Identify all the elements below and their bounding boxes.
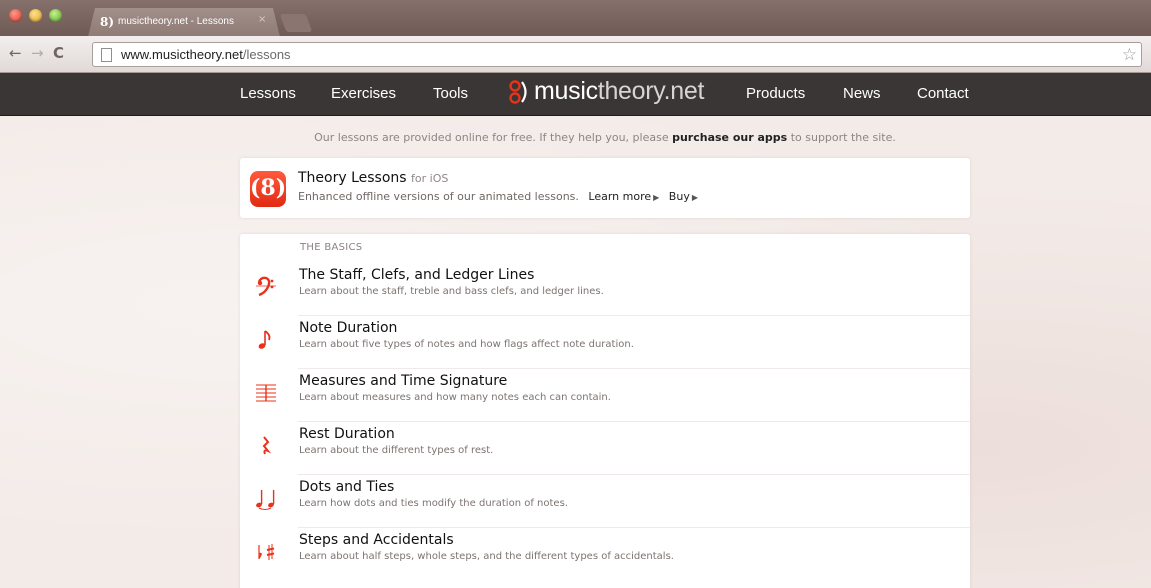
site-header: Lessons Exercises Tools musictheory.net … <box>0 73 1151 116</box>
logo-text-light: theory.net <box>597 77 705 105</box>
promo-title-main: Theory Lessons <box>298 170 407 186</box>
browser-tab-strip: 8) musictheory.net - Lessons × <box>0 0 1151 36</box>
divider <box>298 315 970 316</box>
ios-app-promo-card: (8) Theory Lessons for iOS Enhanced offl… <box>240 158 970 218</box>
purchase-apps-link[interactable]: purchase our apps <box>672 131 787 144</box>
nav-exercises[interactable]: Exercises <box>331 85 396 102</box>
lesson-item[interactable]: Measures and Time Signature Learn about … <box>240 370 970 422</box>
close-window-button[interactable] <box>9 9 22 22</box>
musictheory-favicon-icon: 8) <box>100 15 115 29</box>
minimize-window-button[interactable] <box>29 9 42 22</box>
lesson-title: Rest Duration <box>299 426 395 442</box>
nav-tools[interactable]: Tools <box>433 85 468 102</box>
browser-toolbar: ← → C www.musictheory.net/lessons ☆ <box>0 36 1151 73</box>
buy-label: Buy <box>668 190 690 203</box>
lesson-title: The Staff, Clefs, and Ledger Lines <box>299 267 535 283</box>
lesson-description: Learn about the staff, treble and bass c… <box>299 286 604 297</box>
intro-prefix: Our lessons are provided online for free… <box>314 131 673 144</box>
nav-products[interactable]: Products <box>746 85 805 102</box>
logo-mark-icon <box>509 80 527 104</box>
learn-more-label: Learn more <box>588 190 652 203</box>
promo-description-text: Enhanced offline versions of our animate… <box>298 190 579 203</box>
url-path: /lessons <box>242 47 291 62</box>
tab-title: musictheory.net - Lessons <box>118 16 234 27</box>
lesson-title: Note Duration <box>299 320 398 336</box>
lesson-title: Measures and Time Signature <box>299 373 508 389</box>
divider <box>298 368 970 369</box>
lesson-description: Learn about five types of notes and how … <box>299 339 634 350</box>
promo-title: Theory Lessons for iOS <box>298 170 448 186</box>
lesson-title: Steps and Accidentals <box>299 532 454 548</box>
lesson-item[interactable]: Rest Duration Learn about the different … <box>240 423 970 475</box>
divider <box>298 527 970 528</box>
learn-more-arrow-icon: ▶ <box>653 193 660 202</box>
tab-close-icon[interactable]: × <box>258 14 266 25</box>
divider <box>298 474 970 475</box>
intro-text: Our lessons are provided online for free… <box>0 131 1151 144</box>
reload-icon[interactable]: C <box>53 44 64 62</box>
lesson-description: Learn how dots and ties modify the durat… <box>299 498 568 509</box>
intro-suffix: to support the site. <box>787 131 896 144</box>
nav-contact[interactable]: Contact <box>917 85 969 102</box>
logo-text: musictheory.net <box>534 77 704 106</box>
theory-lessons-app-icon[interactable]: (8) <box>250 171 286 207</box>
lesson-item[interactable]: Note Duration Learn about five types of … <box>240 317 970 369</box>
forward-icon[interactable]: → <box>31 44 44 62</box>
buy-link[interactable]: Buy ▶ <box>669 190 698 203</box>
lessons-card: THE BASICS The Staff, Clefs, and Ledger … <box>240 234 970 588</box>
lesson-item[interactable]: Steps and Accidentals Learn about half s… <box>240 529 970 581</box>
tied-notes-icon <box>256 490 275 510</box>
lesson-title: Dots and Ties <box>299 479 395 495</box>
lesson-description: Learn about measures and how many notes … <box>299 392 611 403</box>
page-icon <box>101 48 112 62</box>
new-tab-button[interactable] <box>279 14 313 32</box>
back-icon[interactable]: ← <box>9 44 22 62</box>
logo-text-bold: music <box>534 77 598 105</box>
nav-lessons[interactable]: Lessons <box>240 85 296 102</box>
star-icon[interactable]: ☆ <box>1122 45 1137 65</box>
eighth-note-icon <box>258 330 271 349</box>
rest-icon <box>262 436 272 455</box>
accidentals-icon <box>258 544 275 560</box>
lesson-description: Learn about half steps, whole steps, and… <box>299 551 674 562</box>
learn-more-link[interactable]: Learn more ▶ <box>588 190 659 203</box>
address-bar[interactable]: www.musictheory.net/lessons ☆ <box>92 42 1142 67</box>
divider <box>298 421 970 422</box>
browser-tab-active[interactable]: 8) musictheory.net - Lessons × <box>88 8 280 37</box>
lesson-item[interactable]: The Staff, Clefs, and Ledger Lines Learn… <box>240 264 970 316</box>
nav-news[interactable]: News <box>843 85 881 102</box>
url-host: www.musictheory.net <box>121 47 243 62</box>
section-title: THE BASICS <box>300 242 363 253</box>
promo-description: Enhanced offline versions of our animate… <box>298 190 698 203</box>
promo-title-sub: for iOS <box>411 172 449 185</box>
url-text[interactable]: www.musictheory.net/lessons <box>121 47 291 62</box>
app-icon-glyph: (8) <box>250 175 287 201</box>
staff-measure-icon <box>256 384 276 402</box>
lesson-description: Learn about the different types of rest. <box>299 445 494 456</box>
zoom-window-button[interactable] <box>49 9 62 22</box>
bass-clef-icon <box>256 276 276 297</box>
buy-arrow-icon: ▶ <box>691 193 698 202</box>
lesson-item[interactable]: Dots and Ties Learn how dots and ties mo… <box>240 476 970 528</box>
